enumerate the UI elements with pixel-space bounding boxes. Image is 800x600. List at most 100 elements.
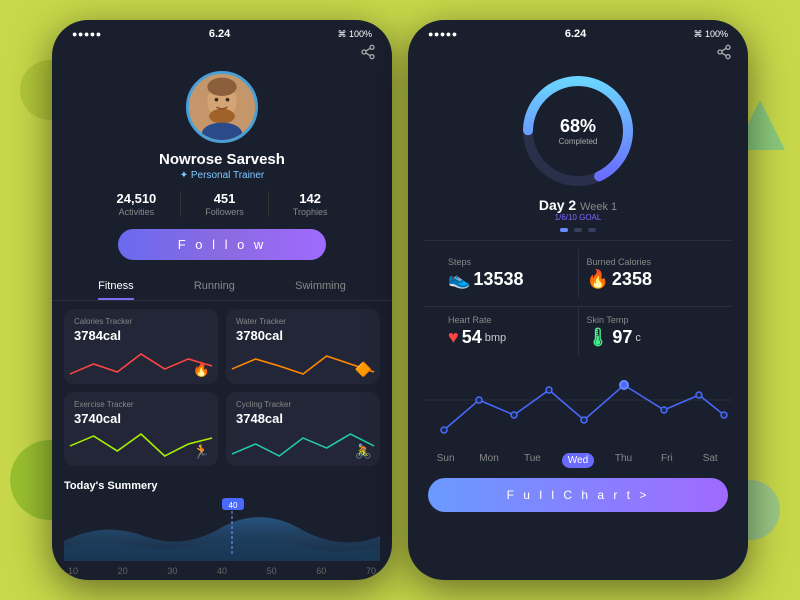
day-goal: 1/6/10 GOAL xyxy=(539,213,617,222)
metrics-top-row: Steps 👟 13538 Burned Calories 🔥 2358 xyxy=(424,240,732,306)
heart-rate-value: ♥ 54 bmp xyxy=(448,327,570,348)
tabs-row: Fitness Running Swimming xyxy=(52,270,392,301)
battery-left: ⌘ 100% xyxy=(337,29,372,40)
avatar xyxy=(186,71,258,143)
stat-trophies: 142 Trophies xyxy=(293,191,328,217)
share-icon-right[interactable] xyxy=(716,44,732,63)
circular-progress: 68% Completed xyxy=(518,71,638,191)
calories-tracker-title: Calories Tracker xyxy=(74,317,208,326)
day-sat[interactable]: Sat xyxy=(696,453,724,468)
calories-metric: Burned Calories 🔥 2358 xyxy=(579,249,717,298)
x-axis: 10 20 30 40 50 60 70 xyxy=(64,566,380,576)
cycling-tracker-card: Cycling Tracker 3748cal 🚴 xyxy=(226,392,380,467)
steps-label: Steps xyxy=(448,257,570,267)
share-icon-left[interactable] xyxy=(360,44,376,63)
calories-tracker-value: 3784cal xyxy=(74,328,208,343)
tracker-grid: Calories Tracker 3784cal 🔥 Water Tracker… xyxy=(52,301,392,474)
trophies-label: Trophies xyxy=(293,207,328,217)
time-left: 6.24 xyxy=(209,28,230,40)
heart-rate-label: Heart Rate xyxy=(448,315,570,325)
profile-section: Nowrose Sarvesh ✦ Personal Trainer 24,51… xyxy=(52,67,392,270)
followers-value: 451 xyxy=(214,191,236,206)
stat-activities: 24,510 Activities xyxy=(117,191,157,217)
x-label-30: 30 xyxy=(167,566,177,576)
x-label-10: 10 xyxy=(68,566,78,576)
activities-value: 24,510 xyxy=(117,191,157,206)
calories-label: Burned Calories xyxy=(587,257,709,267)
dot-3 xyxy=(588,228,596,232)
line-chart-section xyxy=(408,356,748,449)
steps-value: 👟 13538 xyxy=(448,269,570,290)
wave-chart: 40 xyxy=(64,496,380,566)
steps-icon: 👟 xyxy=(448,269,470,290)
exercise-tracker-card: Exercise Tracker 3740cal 🏃 xyxy=(64,392,218,467)
x-label-70: 70 xyxy=(366,566,376,576)
steps-metric: Steps 👟 13538 xyxy=(440,249,578,298)
day-mon[interactable]: Mon xyxy=(475,453,503,468)
calories-icon: 🔥 xyxy=(193,361,210,378)
cycling-icon: 🚴 xyxy=(355,443,372,460)
profile-name: Nowrose Sarvesh xyxy=(159,151,285,168)
progress-section: 68% Completed Day 2 Week 1 1/6/10 GOAL xyxy=(408,67,748,240)
tab-swimming[interactable]: Swimming xyxy=(295,280,346,300)
svg-text:40: 40 xyxy=(229,501,238,510)
exercise-tracker-title: Exercise Tracker xyxy=(74,400,208,409)
exercise-tracker-value: 3740cal xyxy=(74,411,208,426)
left-phone: ●●●●● 6.24 ⌘ 100% xyxy=(52,20,392,580)
progress-percent: 68% xyxy=(559,116,598,137)
profile-title: ✦ Personal Trainer xyxy=(180,170,265,181)
signal-left: ●●●●● xyxy=(72,29,102,39)
trophies-value: 142 xyxy=(299,191,321,206)
water-icon: 🔶 xyxy=(355,361,372,378)
temp-icon: 🌡 xyxy=(587,327,610,348)
activities-label: Activities xyxy=(119,207,155,217)
stat-followers: 451 Followers xyxy=(205,191,244,217)
cycling-tracker-title: Cycling Tracker xyxy=(236,400,370,409)
day-info: Day 2 Week 1 1/6/10 GOAL xyxy=(539,197,617,222)
day-main: Day 2 Week 1 xyxy=(539,197,617,213)
x-label-50: 50 xyxy=(267,566,277,576)
followers-label: Followers xyxy=(205,207,244,217)
skin-temp-value: 🌡 97 c xyxy=(587,327,709,348)
dot-1 xyxy=(560,228,568,232)
status-bar-left: ●●●●● 6.24 ⌘ 100% xyxy=(52,20,392,44)
summary-title: Today's Summery xyxy=(64,480,380,492)
follow-button[interactable]: F o l l o w xyxy=(118,229,327,260)
right-phone: ●●●●● 6.24 ⌘ 100% xyxy=(408,20,748,580)
day-fri[interactable]: Fri xyxy=(653,453,681,468)
days-row: Sun Mon Tue Wed Thu Fri Sat xyxy=(408,449,748,472)
battery-right: ⌘ 100% xyxy=(693,29,728,40)
day-sun[interactable]: Sun xyxy=(432,453,460,468)
skin-temp-metric: Skin Temp 🌡 97 c xyxy=(579,307,717,356)
tab-fitness[interactable]: Fitness xyxy=(98,280,133,300)
x-label-40: 40 xyxy=(217,566,227,576)
summary-section: Today's Summery xyxy=(52,474,392,580)
x-label-20: 20 xyxy=(118,566,128,576)
heart-icon: ♥ xyxy=(448,327,459,348)
exercise-icon: 🏃 xyxy=(193,443,210,460)
signal-right: ●●●●● xyxy=(428,29,458,39)
skin-temp-label: Skin Temp xyxy=(587,315,709,325)
day-tue[interactable]: Tue xyxy=(518,453,546,468)
progress-text: 68% Completed xyxy=(559,116,598,146)
calories-tracker-card: Calories Tracker 3784cal 🔥 xyxy=(64,309,218,384)
time-right: 6.24 xyxy=(565,28,586,40)
day-thu[interactable]: Thu xyxy=(610,453,638,468)
progress-label: Completed xyxy=(559,137,598,146)
x-label-60: 60 xyxy=(316,566,326,576)
full-chart-button[interactable]: F u l l C h a r t > xyxy=(428,478,728,512)
water-tracker-title: Water Tracker xyxy=(236,317,370,326)
day-wed[interactable]: Wed xyxy=(562,453,594,468)
status-bar-right: ●●●●● 6.24 ⌘ 100% xyxy=(408,20,748,44)
tab-running[interactable]: Running xyxy=(194,280,235,300)
cycling-tracker-value: 3748cal xyxy=(236,411,370,426)
metrics-bottom-row: Heart Rate ♥ 54 bmp Skin Temp 🌡 97 c xyxy=(424,306,732,356)
calories-burned-value: 🔥 2358 xyxy=(587,269,709,290)
water-tracker-card: Water Tracker 3780cal 🔶 xyxy=(226,309,380,384)
water-tracker-value: 3780cal xyxy=(236,328,370,343)
fire-icon: 🔥 xyxy=(587,269,609,290)
dot-2 xyxy=(574,228,582,232)
dots-row xyxy=(560,228,596,232)
stats-row: 24,510 Activities 451 Followers 142 Trop… xyxy=(52,191,392,217)
heart-rate-metric: Heart Rate ♥ 54 bmp xyxy=(440,307,578,356)
